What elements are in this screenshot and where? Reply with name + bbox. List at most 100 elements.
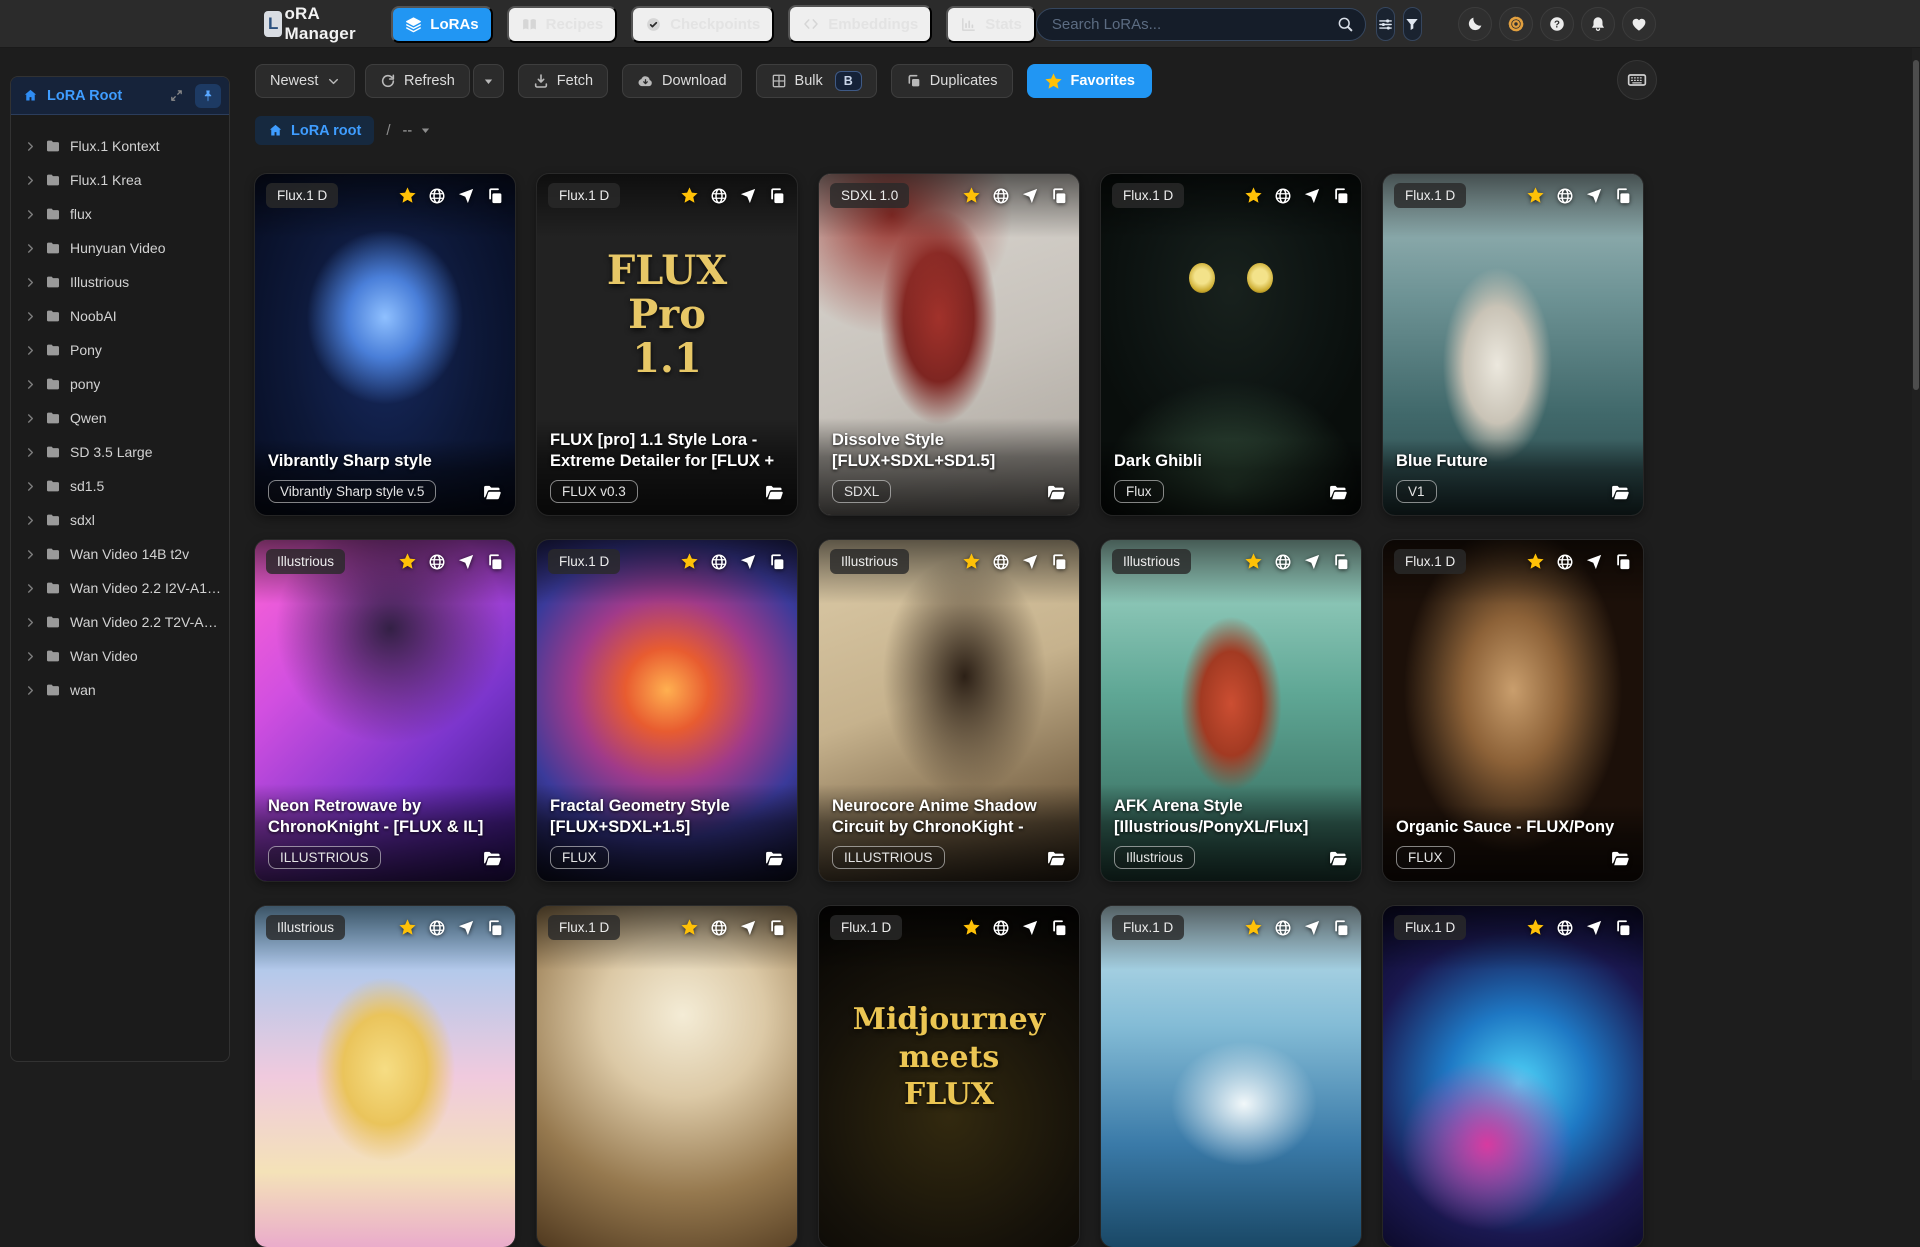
copy-icon[interactable] bbox=[486, 919, 504, 937]
lora-card[interactable]: Flux.1 D Fractal Geometry Style [FLUX+SDX… bbox=[536, 539, 798, 882]
chevron-right-icon[interactable] bbox=[25, 549, 36, 560]
tab-loras[interactable]: LoRAs bbox=[391, 5, 493, 43]
globe-icon[interactable] bbox=[992, 187, 1010, 205]
favorite-star-icon[interactable] bbox=[962, 186, 981, 205]
settings-button[interactable] bbox=[1499, 7, 1533, 41]
tab-recipes[interactable]: Recipes bbox=[506, 5, 618, 43]
chevron-right-icon[interactable] bbox=[25, 141, 36, 152]
sidebar-folder-wan[interactable]: wan bbox=[11, 673, 229, 707]
lora-card[interactable]: FLUX Pro 1.1 Flux.1 D FLUX [pro] 1.1 Style… bbox=[536, 173, 798, 516]
send-icon[interactable] bbox=[739, 187, 757, 205]
lora-card[interactable]: Flux.1 D Organic Sauce - FLUX/Pony FLUX bbox=[1382, 539, 1644, 882]
theme-toggle-button[interactable] bbox=[1458, 7, 1492, 41]
globe-icon[interactable] bbox=[1274, 187, 1292, 205]
version-badge[interactable]: FLUX v0.3 bbox=[550, 480, 638, 503]
lora-card[interactable]: Illustrious bbox=[254, 905, 516, 1247]
version-badge[interactable]: Flux bbox=[1114, 480, 1164, 503]
favorite-star-icon[interactable] bbox=[680, 918, 699, 937]
version-badge[interactable]: ILLUSTRIOUS bbox=[832, 846, 945, 869]
send-icon[interactable] bbox=[739, 553, 757, 571]
folder-open-icon[interactable] bbox=[1328, 849, 1348, 869]
version-badge[interactable]: V1 bbox=[1396, 480, 1437, 503]
send-icon[interactable] bbox=[1303, 187, 1321, 205]
folder-open-icon[interactable] bbox=[1046, 483, 1066, 503]
lora-card[interactable]: Flux.1 D bbox=[536, 905, 798, 1247]
copy-icon[interactable] bbox=[1332, 919, 1350, 937]
collapse-tree-button[interactable] bbox=[167, 86, 186, 105]
chevron-right-icon[interactable] bbox=[25, 583, 36, 594]
refresh-dropdown-button[interactable] bbox=[472, 64, 504, 98]
refresh-button[interactable]: Refresh bbox=[365, 64, 470, 98]
favorite-star-icon[interactable] bbox=[1244, 552, 1263, 571]
favorite-star-icon[interactable] bbox=[680, 186, 699, 205]
lora-card[interactable]: Flux.1 D bbox=[1100, 905, 1362, 1247]
version-badge[interactable]: SDXL bbox=[832, 480, 892, 503]
favorite-star-icon[interactable] bbox=[1244, 918, 1263, 937]
pin-sidebar-button[interactable] bbox=[195, 83, 221, 108]
sidebar-folder-flux[interactable]: flux bbox=[11, 197, 229, 231]
copy-icon[interactable] bbox=[1050, 553, 1068, 571]
folder-open-icon[interactable] bbox=[1046, 849, 1066, 869]
send-icon[interactable] bbox=[1303, 553, 1321, 571]
chevron-right-icon[interactable] bbox=[25, 277, 36, 288]
favorite-star-icon[interactable] bbox=[398, 186, 417, 205]
copy-icon[interactable] bbox=[1614, 919, 1632, 937]
send-icon[interactable] bbox=[457, 187, 475, 205]
help-button[interactable]: ? bbox=[1540, 7, 1574, 41]
page-scrollbar[interactable] bbox=[1912, 48, 1920, 1080]
chevron-right-icon[interactable] bbox=[25, 209, 36, 220]
send-icon[interactable] bbox=[457, 553, 475, 571]
chevron-right-icon[interactable] bbox=[25, 515, 36, 526]
copy-icon[interactable] bbox=[1050, 187, 1068, 205]
copy-icon[interactable] bbox=[1332, 187, 1350, 205]
copy-icon[interactable] bbox=[1050, 919, 1068, 937]
sidebar-folder-pony[interactable]: Pony bbox=[11, 333, 229, 367]
copy-icon[interactable] bbox=[768, 187, 786, 205]
breadcrumb-root[interactable]: LoRA root bbox=[255, 116, 375, 145]
send-icon[interactable] bbox=[1021, 187, 1039, 205]
filter-funnel-button[interactable] bbox=[1402, 7, 1422, 41]
favorite-star-icon[interactable] bbox=[398, 552, 417, 571]
notifications-button[interactable] bbox=[1581, 7, 1615, 41]
folder-open-icon[interactable] bbox=[482, 849, 502, 869]
sidebar-folder-wan-video-2-2-i2v-a14b[interactable]: Wan Video 2.2 I2V-A14B bbox=[11, 571, 229, 605]
lora-card[interactable]: Illustrious Neon Retrowave by ChronoKnigh… bbox=[254, 539, 516, 882]
lora-card[interactable]: Flux.1 D bbox=[1382, 905, 1644, 1247]
sort-select[interactable]: Newest bbox=[255, 64, 355, 98]
send-icon[interactable] bbox=[1021, 919, 1039, 937]
download-button[interactable]: Download bbox=[622, 64, 742, 98]
globe-icon[interactable] bbox=[1274, 553, 1292, 571]
chevron-right-icon[interactable] bbox=[25, 685, 36, 696]
lora-card[interactable]: Illustrious AFK Arena Style [Illustrious/… bbox=[1100, 539, 1362, 882]
breadcrumb-current-dropdown[interactable]: -- bbox=[403, 123, 432, 139]
sidebar-folder-noobai[interactable]: NoobAI bbox=[11, 299, 229, 333]
globe-icon[interactable] bbox=[992, 919, 1010, 937]
favorite-star-icon[interactable] bbox=[1244, 186, 1263, 205]
folder-open-icon[interactable] bbox=[1610, 849, 1630, 869]
sidebar-folder-wan-video-14b-t2v[interactable]: Wan Video 14B t2v bbox=[11, 537, 229, 571]
globe-icon[interactable] bbox=[710, 187, 728, 205]
globe-icon[interactable] bbox=[1556, 187, 1574, 205]
send-icon[interactable] bbox=[1585, 553, 1603, 571]
send-icon[interactable] bbox=[1303, 919, 1321, 937]
support-heart-button[interactable] bbox=[1622, 7, 1656, 41]
sidebar-folder-wan-video-2-2-t2v-a14b[interactable]: Wan Video 2.2 T2V-A14B bbox=[11, 605, 229, 639]
chevron-right-icon[interactable] bbox=[25, 481, 36, 492]
globe-icon[interactable] bbox=[428, 553, 446, 571]
tab-embeddings[interactable]: Embeddings bbox=[788, 5, 933, 43]
version-badge[interactable]: FLUX bbox=[1396, 846, 1455, 869]
send-icon[interactable] bbox=[1585, 919, 1603, 937]
favorite-star-icon[interactable] bbox=[962, 552, 981, 571]
folder-open-icon[interactable] bbox=[1610, 483, 1630, 503]
chevron-right-icon[interactable] bbox=[25, 345, 36, 356]
favorite-star-icon[interactable] bbox=[680, 552, 699, 571]
sidebar-folder-qwen[interactable]: Qwen bbox=[11, 401, 229, 435]
globe-icon[interactable] bbox=[1556, 553, 1574, 571]
sidebar-folder-sd1-5[interactable]: sd1.5 bbox=[11, 469, 229, 503]
bulk-button[interactable]: Bulk B bbox=[755, 64, 877, 98]
send-icon[interactable] bbox=[1585, 187, 1603, 205]
lora-card[interactable]: Midjourney meets FLUX Flux.1 D bbox=[818, 905, 1080, 1247]
lora-card[interactable]: Flux.1 D Blue Future V1 bbox=[1382, 173, 1644, 516]
version-badge[interactable]: ILLUSTRIOUS bbox=[268, 846, 381, 869]
duplicates-button[interactable]: Duplicates bbox=[890, 64, 1013, 98]
